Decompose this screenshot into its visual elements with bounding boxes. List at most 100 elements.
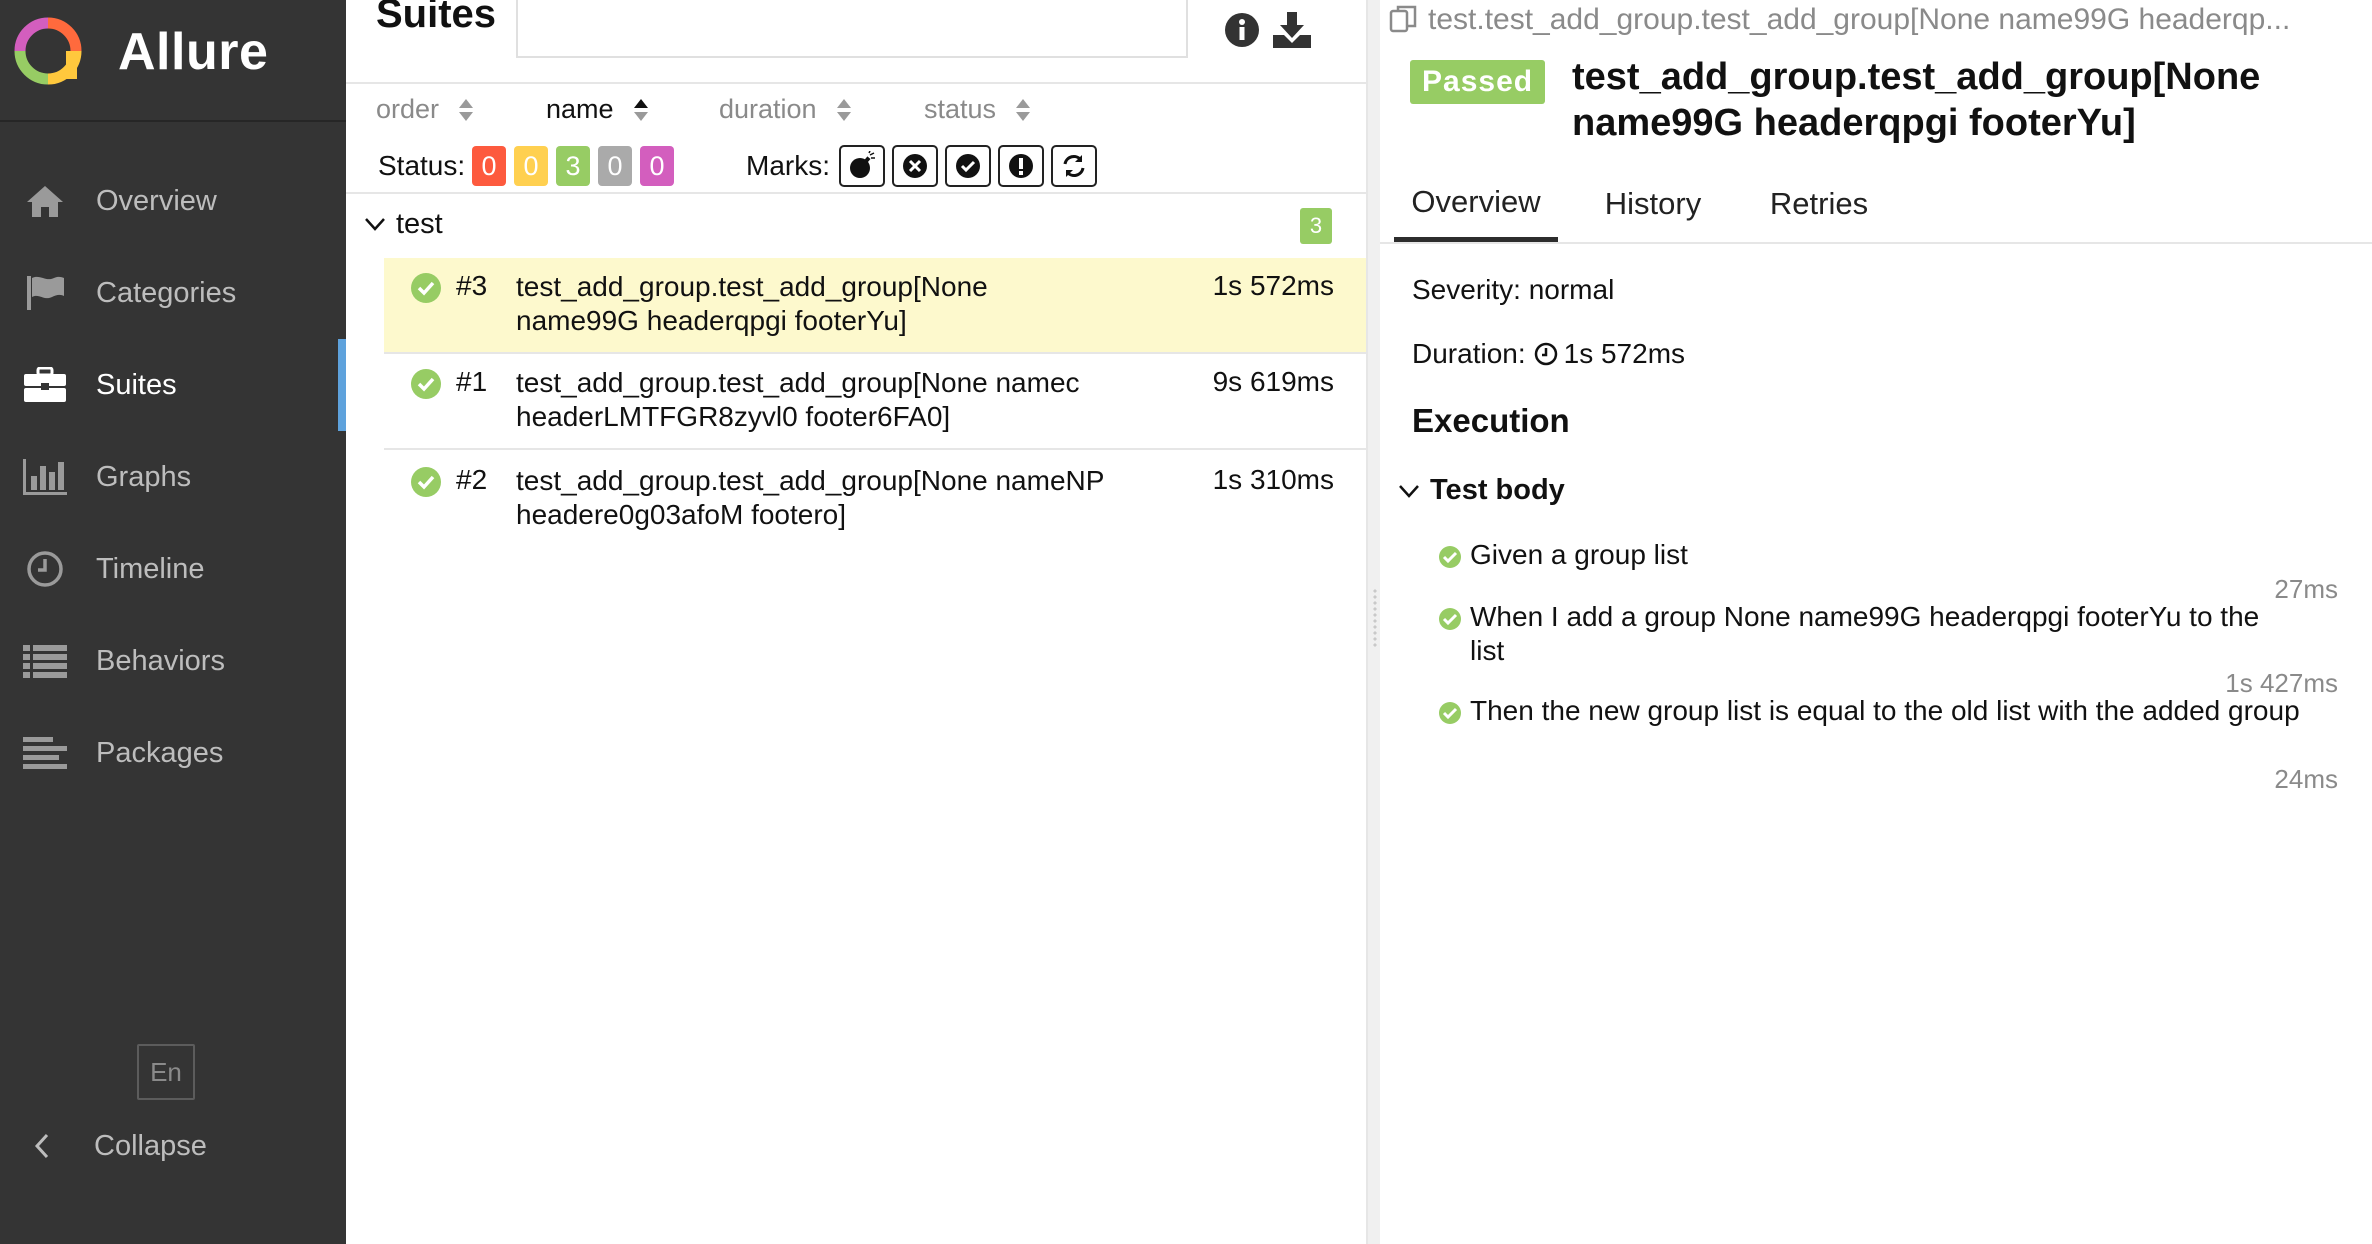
- new-failed-icon[interactable]: [892, 145, 938, 187]
- tab-overview[interactable]: Overview: [1394, 166, 1558, 242]
- grip-dots-icon: [1372, 588, 1378, 648]
- step-row[interactable]: When I add a group None name99G headerqp…: [1438, 600, 2298, 668]
- duration-value: 1s 572ms: [1563, 338, 1686, 369]
- detail-tabs: Overview History Retries: [1380, 166, 2372, 244]
- test-duration: 1s 310ms: [1212, 464, 1334, 495]
- passed-status-icon: [411, 273, 441, 303]
- suite-group-row[interactable]: test 3: [346, 196, 1366, 258]
- sidebar: Allure Overview Categories Suites Graphs…: [0, 0, 346, 1244]
- info-icon[interactable]: [1220, 8, 1264, 52]
- sort-icon: [1016, 98, 1031, 121]
- sidebar-item-label: Categories: [96, 276, 237, 309]
- flaky-icon[interactable]: [839, 145, 885, 187]
- chevron-down-icon: [1399, 484, 1419, 498]
- page-title: Suites: [376, 0, 497, 36]
- filter-bar: Status: 0 0 3 0 0 Marks:: [346, 140, 1366, 192]
- step-duration: 24ms: [2274, 764, 2338, 794]
- test-duration: 1s 572ms: [1212, 270, 1334, 301]
- status-filter-broken[interactable]: 0: [514, 146, 548, 186]
- status-filter-passed[interactable]: 3: [556, 146, 590, 186]
- flag-icon: [22, 273, 68, 313]
- sidebar-item-label: Behaviors: [96, 644, 225, 677]
- sidebar-item-label: Suites: [96, 368, 177, 401]
- passed-step-icon: [1439, 608, 1461, 630]
- tab-retries[interactable]: Retries: [1750, 166, 1888, 242]
- new-passed-icon[interactable]: [945, 145, 991, 187]
- sort-icon: [836, 98, 851, 121]
- new-broken-icon[interactable]: [998, 145, 1044, 187]
- test-title: test_add_group.test_add_group[None name9…: [1572, 56, 2261, 144]
- test-number: #3: [456, 270, 488, 301]
- status-filter-label: Status:: [378, 150, 466, 181]
- test-duration: 9s 619ms: [1212, 366, 1334, 397]
- step-row[interactable]: Then the new group list is equal to the …: [1438, 694, 2300, 762]
- copy-icon[interactable]: [1388, 4, 1420, 36]
- collapse-button[interactable]: Collapse: [0, 1110, 346, 1182]
- test-row[interactable]: #2 test_add_group.test_add_group[None na…: [384, 452, 1366, 548]
- sidebar-item-timeline[interactable]: Timeline: [0, 523, 346, 615]
- clock-icon: [1534, 342, 1557, 366]
- sort-order-label: order: [376, 94, 440, 124]
- clock-icon: [22, 549, 68, 589]
- brand-name: Allure: [118, 23, 269, 81]
- sidebar-item-label: Graphs: [96, 460, 192, 493]
- test-name: test_add_group.test_add_group[None namec…: [516, 367, 1080, 432]
- test-row[interactable]: #1 test_add_group.test_add_group[None na…: [384, 354, 1366, 450]
- sort-name[interactable]: name: [546, 94, 650, 125]
- sidebar-item-behaviors[interactable]: Behaviors: [0, 615, 346, 707]
- language-button[interactable]: En: [137, 1044, 195, 1100]
- align-left-icon: [22, 733, 68, 773]
- passed-step-icon: [1439, 546, 1461, 568]
- sort-duration[interactable]: duration: [719, 94, 853, 125]
- step-text: When I add a group None name99G headerqp…: [1470, 601, 2260, 666]
- bar-chart-icon: [22, 457, 68, 497]
- severity: Severity: normal: [1412, 274, 1615, 305]
- test-body-toggle[interactable]: Test body: [1398, 474, 1565, 507]
- test-detail-pane: test.test_add_group.test_add_group[None …: [1380, 0, 2372, 1244]
- sidebar-item-categories[interactable]: Categories: [0, 247, 346, 339]
- download-icon[interactable]: [1270, 8, 1314, 52]
- status-filter-skipped[interactable]: 0: [598, 146, 632, 186]
- sort-order[interactable]: order: [376, 94, 475, 125]
- collapse-label: Collapse: [94, 1129, 207, 1162]
- suites-header: Suites: [346, 0, 1366, 84]
- retries-status-change-icon[interactable]: [1051, 145, 1097, 187]
- chevron-down-icon: [365, 218, 385, 231]
- status-badge: Passed: [1410, 60, 1546, 104]
- duration: Duration: 1s 572ms: [1412, 338, 1685, 370]
- status-filter-failed[interactable]: 0: [472, 146, 506, 186]
- briefcase-icon: [22, 365, 68, 405]
- search-input[interactable]: [516, 0, 1188, 58]
- allure-logo-icon: [14, 17, 82, 85]
- sidebar-item-label: Packages: [96, 736, 224, 769]
- status-filter-unknown[interactable]: 0: [640, 146, 674, 186]
- tab-history[interactable]: History: [1580, 166, 1726, 242]
- home-icon: [22, 181, 68, 221]
- breadcrumb[interactable]: test.test_add_group.test_add_group[None …: [1388, 0, 2364, 40]
- brand[interactable]: Allure: [0, 0, 346, 122]
- sidebar-item-packages[interactable]: Packages: [0, 707, 346, 799]
- step-text: Then the new group list is equal to the …: [1470, 695, 2300, 726]
- sort-duration-label: duration: [719, 94, 817, 124]
- suite-group-name: test: [396, 208, 443, 240]
- sort-status-label: status: [924, 94, 997, 124]
- chevron-left-icon: [34, 1133, 54, 1159]
- step-row[interactable]: Given a group list: [1438, 538, 2298, 572]
- sort-status[interactable]: status: [924, 94, 1032, 125]
- test-row[interactable]: #3 test_add_group.test_add_group[None na…: [384, 258, 1366, 354]
- pane-resize-handle[interactable]: [1366, 0, 1380, 1244]
- marks-filter-label: Marks:: [746, 150, 830, 181]
- sort-asc-icon: [633, 98, 648, 121]
- sort-name-label: name: [546, 94, 614, 124]
- duration-label: Duration:: [1412, 338, 1526, 369]
- list-icon: [22, 641, 68, 681]
- divider: [346, 192, 1366, 194]
- sidebar-item-overview[interactable]: Overview: [0, 155, 346, 247]
- sidebar-item-label: Overview: [96, 184, 217, 217]
- suite-group-count-badge: 3: [1300, 208, 1332, 244]
- test-name: test_add_group.test_add_group[None name9…: [516, 271, 988, 336]
- sidebar-item-label: Timeline: [96, 552, 205, 585]
- test-body-label: Test body: [1430, 474, 1565, 506]
- sidebar-item-graphs[interactable]: Graphs: [0, 431, 346, 523]
- sidebar-item-suites[interactable]: Suites: [0, 339, 346, 431]
